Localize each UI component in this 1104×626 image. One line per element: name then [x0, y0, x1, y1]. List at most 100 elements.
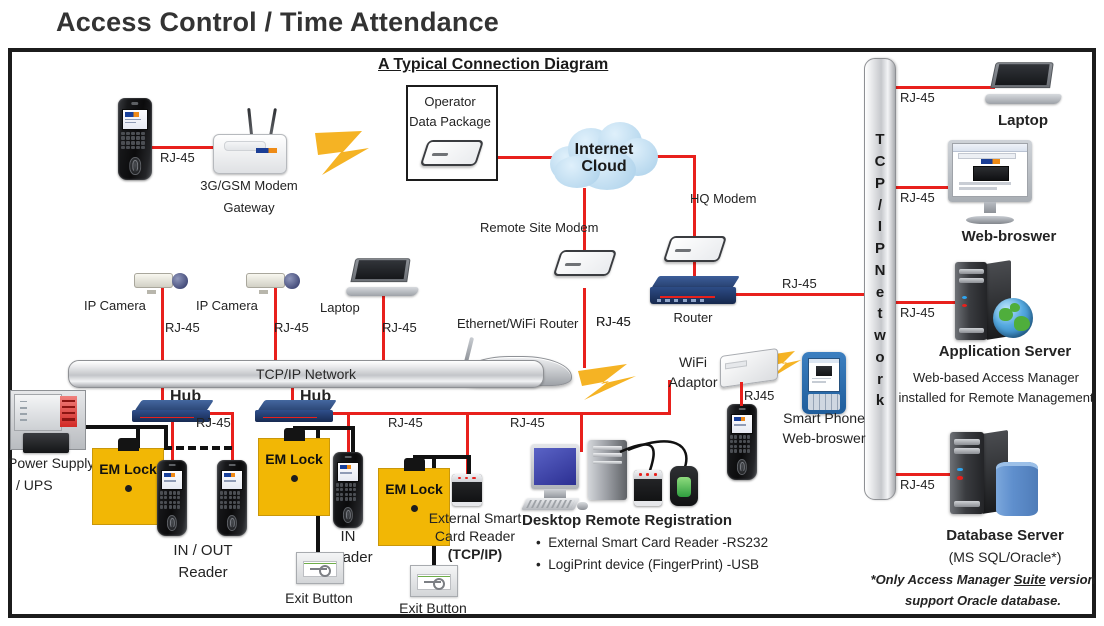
terminal-keypad[interactable] [336, 483, 360, 503]
browser-toolbar [953, 144, 1027, 152]
gsm-brand-logo [255, 147, 278, 153]
modem-slot [674, 249, 692, 253]
external-smart-card-reader[interactable] [452, 474, 482, 506]
wire-wifirouter-to-remote [583, 296, 586, 368]
power-wire-emlock1-cap [164, 425, 168, 448]
wire-router-to-backbone [735, 293, 870, 296]
camera-lens-icon [283, 272, 300, 289]
browser-brand-logo [981, 159, 1001, 164]
power-wire-emlock2-b [351, 426, 355, 452]
label-desktop-remote-registration: Desktop Remote Registration [522, 512, 733, 529]
monitor-stand [965, 216, 1015, 224]
exit-button-1[interactable] [296, 552, 344, 584]
terminal-keypad[interactable] [730, 435, 754, 455]
camera-body [246, 273, 285, 289]
in-reader-terminal-2[interactable] [333, 452, 363, 528]
camera-mount [146, 290, 156, 294]
em-lock-armature [118, 438, 140, 451]
diagram-page: Access Control / Time Attendance A Typic… [0, 0, 1104, 626]
terminal-keypad[interactable] [220, 491, 244, 511]
modem-slot [564, 263, 582, 267]
wifi-adaptor[interactable] [720, 347, 778, 389]
pc-keyboard[interactable] [521, 498, 580, 511]
laptop-base [345, 286, 419, 296]
footnote-line-1: *Only Access Manager Suite version [870, 572, 1096, 587]
card-reader-top [634, 470, 662, 480]
hub-2[interactable] [255, 400, 337, 422]
footnote-suite-word: Suite [1013, 572, 1046, 587]
in-reader-terminal-1[interactable] [157, 460, 187, 536]
label-ethernet-wifi-router: Ethernet/WiFi Router [457, 316, 579, 331]
tcpip-letter: e [875, 283, 885, 301]
terminal-keypad[interactable] [160, 491, 184, 511]
label-rj45-router-backbone: RJ-45 [782, 276, 817, 291]
tcpip-letter: o [875, 348, 885, 366]
phone-keyboard[interactable] [808, 394, 840, 410]
fingerprint-terminal-top[interactable] [118, 98, 152, 180]
label-rj45-appserver: RJ-45 [900, 305, 935, 320]
terminal-screen [160, 469, 184, 491]
label-rj45-hub2-b: RJ-45 [510, 415, 545, 430]
ip-camera-1[interactable] [134, 270, 188, 294]
terminal-screen-line [223, 480, 236, 482]
web-browser-monitor[interactable] [948, 140, 1032, 224]
terminal-screen-line [163, 480, 176, 482]
label-database-server: Database Server [946, 527, 1064, 544]
pc-tower [587, 440, 628, 501]
exit-button-2[interactable] [410, 565, 458, 597]
wire-fp-to-gsm [150, 146, 218, 149]
cloud-label: Internet Cloud [574, 140, 634, 176]
label-rj45-ipcam1: RJ-45 [165, 320, 200, 335]
hub-status-strip [139, 417, 195, 419]
laptop-right[interactable] [983, 62, 1063, 104]
logiprint-fingerprint-device[interactable] [670, 466, 698, 506]
label-external-smart-2: Card Reader [434, 528, 516, 544]
wire-hub1-to-out-reader [231, 412, 234, 460]
em-lock-label-1: EM Lock [99, 461, 157, 477]
em-lock-label-2: EM Lock [265, 451, 323, 468]
reader-led [639, 473, 643, 476]
server-led [957, 468, 963, 472]
label-hq-modem: HQ Modem [690, 191, 757, 206]
terminal-keypad[interactable] [121, 131, 148, 153]
fingerprint-sensor-icon [166, 514, 178, 532]
label-rj45-wifi-adaptor: RJ45 [744, 388, 775, 403]
laptop-left[interactable] [345, 258, 419, 296]
label-external-smart-1: External Smart [428, 510, 522, 526]
ip-camera-2[interactable] [246, 270, 300, 294]
server-led [962, 296, 968, 300]
label-rj45-ipcam2: RJ-45 [274, 320, 309, 335]
em-lock-indicator [125, 485, 132, 492]
label-rj45-laptop: RJ-45 [900, 90, 935, 105]
gsm-modem-gateway[interactable] [213, 107, 287, 174]
pc-mouse[interactable] [576, 501, 588, 510]
em-lock-indicator [411, 505, 418, 513]
power-supply-ups [10, 390, 86, 453]
camera-lens-icon [171, 272, 188, 289]
desktop-pc[interactable] [521, 440, 634, 512]
fingerprint-scanner-pad [677, 477, 691, 498]
hub-front [255, 409, 333, 422]
em-lock-armature [284, 428, 306, 441]
smart-phone[interactable] [802, 352, 846, 414]
router-port [682, 298, 687, 302]
label-data-package: Data Package [409, 114, 491, 129]
camera-mount [258, 290, 268, 294]
label-external-smart-3: (TCP/IP) [447, 546, 503, 562]
out-reader-terminal-1[interactable] [217, 460, 247, 536]
terminal-brand-logo [733, 417, 746, 422]
rs232-card-reader[interactable] [634, 470, 662, 506]
label-exit-button-2: Exit Button [399, 600, 467, 616]
label-operator: Operator [424, 94, 476, 109]
router-device[interactable] [650, 276, 740, 304]
tcpip-horizontal-label: TCP/IP Network [255, 366, 357, 382]
pc-drive-bay [593, 446, 622, 450]
em-lock-2: EM Lock [258, 428, 330, 516]
terminal-screen [730, 413, 754, 435]
hq-modem-icon [662, 236, 728, 266]
wifi-reader-terminal[interactable] [727, 404, 757, 480]
label-gsm-modem: 3G/GSM Modem [200, 178, 298, 193]
terminal-screen-line [339, 472, 352, 474]
laptop-lid [350, 258, 412, 282]
tcpip-letter: w [874, 327, 886, 345]
